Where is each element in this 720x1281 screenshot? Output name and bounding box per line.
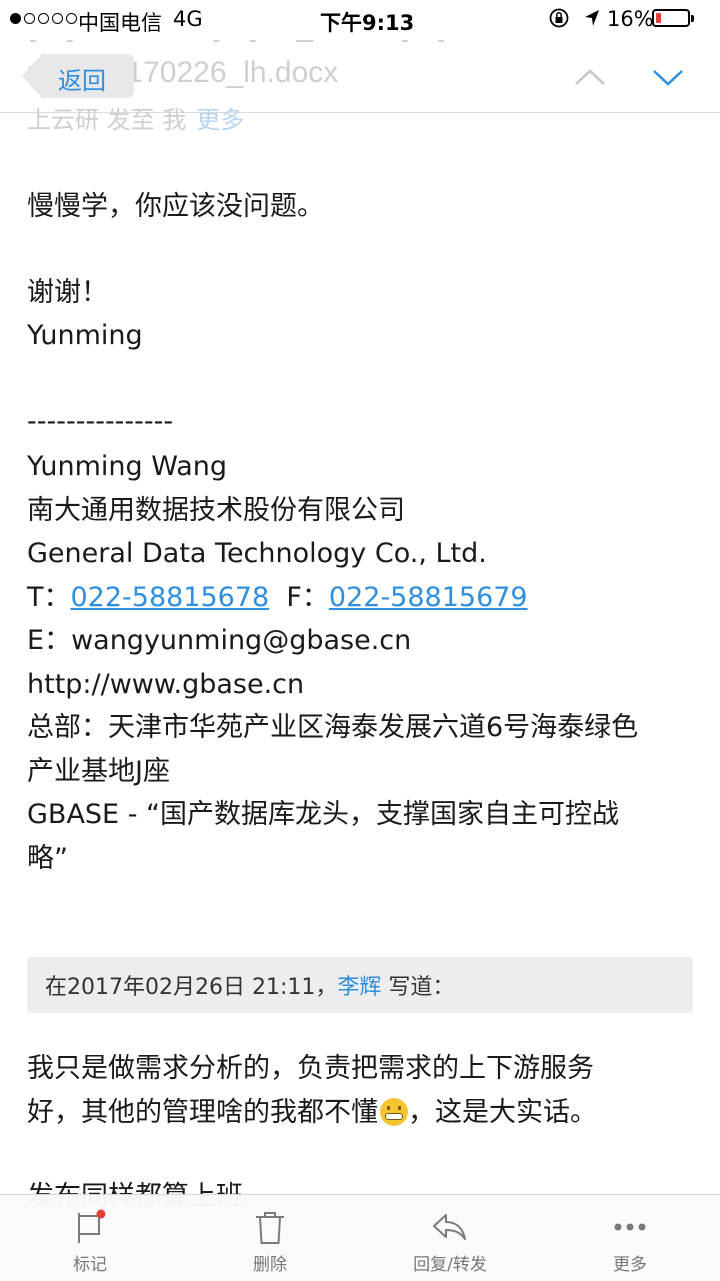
signature-email: wangyunming@gbase.cn (71, 625, 412, 656)
previous-mail-button[interactable] (570, 58, 610, 98)
trash-icon (256, 1212, 284, 1244)
signature-slogan-line2: 略” (27, 843, 68, 874)
thanks-line: 谢谢！ (27, 277, 108, 308)
signature-phone-line: T：022-58815678 F：022-58815679 (27, 582, 528, 613)
back-label: 返回 (58, 67, 106, 95)
signature-address-line2: 产业基地J座 (27, 756, 170, 787)
quote-header: 在2017年02月26日 21:11，李辉 写道： (27, 957, 693, 1013)
delete-label: 删除 (253, 1255, 287, 1275)
signature-company-en: General Data Technology Co., Ltd. (27, 538, 487, 569)
back-chevron-icon (22, 54, 42, 98)
quoted-sender-link[interactable]: 李辉 (337, 975, 381, 1000)
battery-level-fill (656, 13, 661, 23)
chevron-down-icon (653, 70, 683, 86)
battery-icon (652, 9, 694, 27)
status-time: 下午9:13 (320, 11, 415, 35)
reply-forward-label: 回复/转发 (413, 1255, 487, 1275)
delete-button[interactable]: 删除 (180, 1195, 360, 1281)
back-button[interactable]: 返回 (22, 54, 134, 98)
grinning-emoji-icon (380, 1098, 408, 1126)
recipients-line: 上云研 发至 我更多 (27, 106, 245, 134)
bottom-toolbar: 标记 删除 回复/转发 更多 (0, 1194, 720, 1281)
network-type: 4G (173, 7, 203, 31)
more-dots-icon (614, 1223, 646, 1231)
battery-percent: 16% (607, 7, 654, 31)
reply-icon (433, 1214, 466, 1240)
quoted-reply-line2: 好，其他的管理啥的我都不懂 ，这是大实话。 (27, 1097, 597, 1128)
flag-icon (78, 1209, 106, 1243)
signature-email-line: E：wangyunming@gbase.cn (27, 625, 412, 656)
status-bar: 中国电信 4G 下午9:13 16% (0, 0, 720, 40)
location-arrow-icon (582, 7, 602, 34)
reply-forward-button[interactable]: 回复/转发 (360, 1195, 540, 1281)
signature-company-cn: 南大通用数据技术股份有限公司 (27, 495, 405, 526)
chevron-up-icon (575, 69, 605, 85)
signature-website: http://www.gbase.cn (27, 669, 305, 700)
more-link[interactable]: 更多 (196, 106, 244, 134)
signature-slogan-line1: GBASE - “国产数据库龙头，支撑国家自主可控战 (27, 799, 620, 830)
phone-link[interactable]: 022-58815678 (71, 582, 270, 613)
signature-divider: --------------- (27, 406, 174, 437)
signature-address-line1: 总部：天津市华苑产业区海泰发展六道6号海泰绿色 (27, 712, 639, 743)
signal-strength-icon (10, 13, 77, 24)
more-label: 更多 (613, 1255, 647, 1275)
sign-off-name: Yunming (27, 320, 143, 351)
flag-label: 标记 (73, 1255, 107, 1275)
more-button[interactable]: 更多 (540, 1195, 720, 1281)
body-paragraph: 慢慢学，你应该没问题。 (27, 191, 324, 222)
signature-name: Yunming Wang (27, 451, 228, 482)
next-mail-button[interactable] (648, 58, 688, 98)
fax-link[interactable]: 022-58815679 (329, 582, 528, 613)
flag-button[interactable]: 标记 (0, 1195, 180, 1281)
quoted-reply-line1: 我只是做需求分析的，负责把需求的上下游服务 (27, 1053, 594, 1084)
orientation-lock-icon (548, 7, 570, 34)
carrier-name: 中国电信 (78, 11, 162, 35)
